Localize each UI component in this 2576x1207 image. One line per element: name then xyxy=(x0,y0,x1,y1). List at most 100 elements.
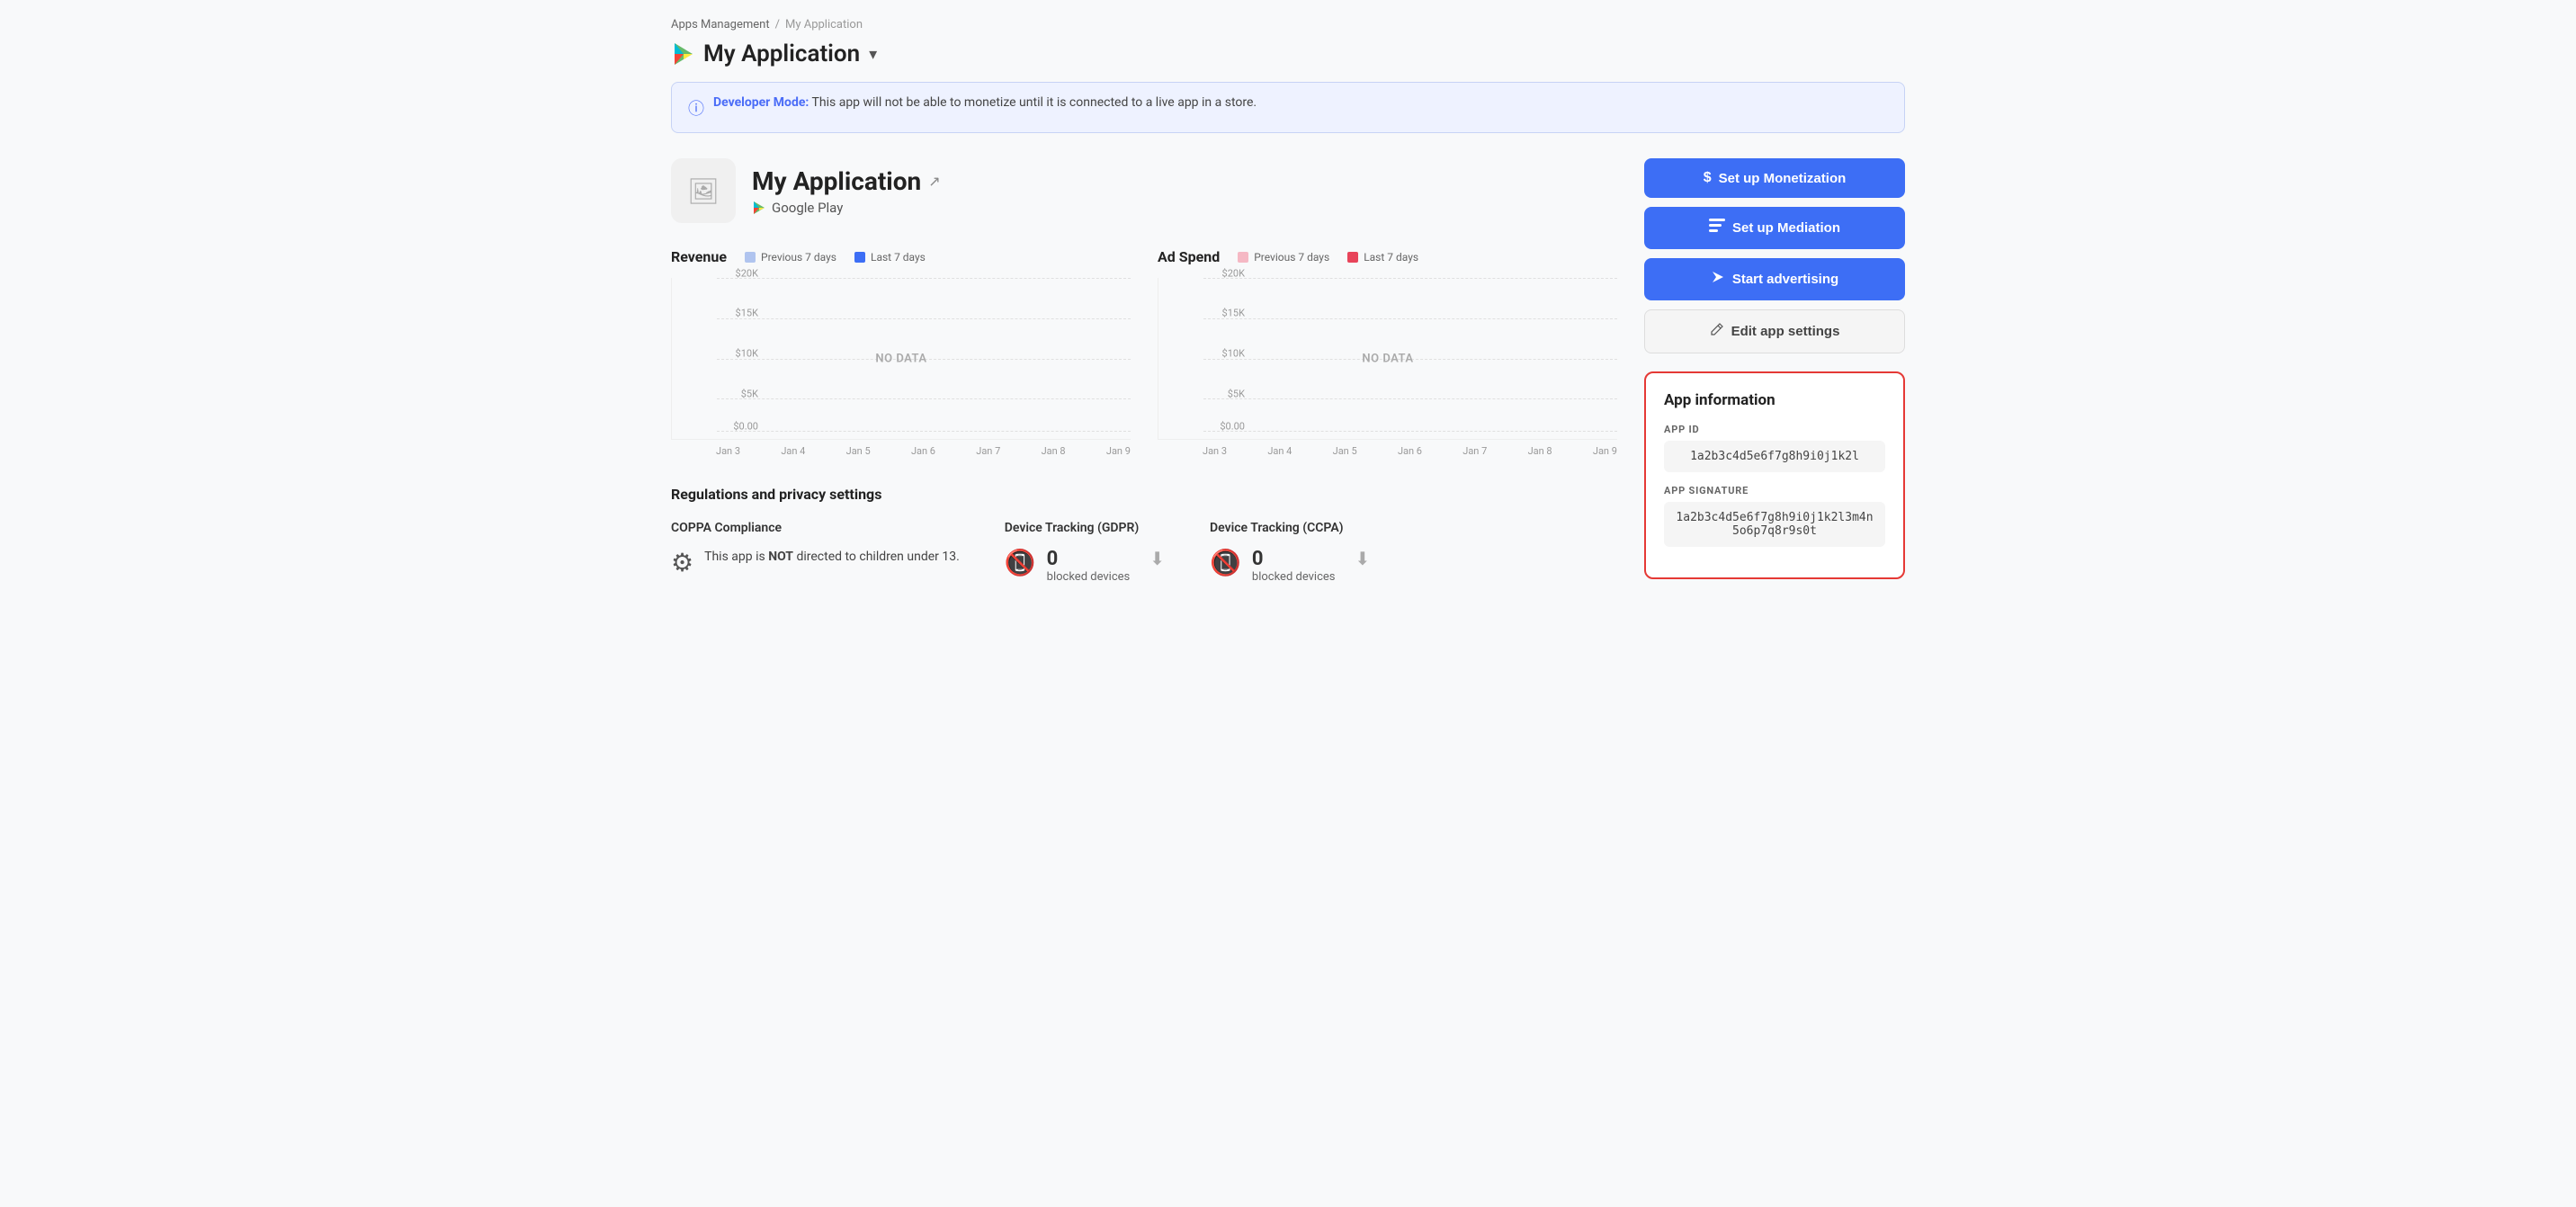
ad-spend-x-jan8: Jan 8 xyxy=(1528,445,1552,457)
revenue-prev-label: Previous 7 days xyxy=(761,251,836,264)
gdpr-label: Device Tracking (GDPR) xyxy=(1005,521,1165,535)
action-buttons: $ Set up Monetization Set up Mediation xyxy=(1644,158,1905,353)
google-play-small-icon xyxy=(752,201,766,215)
ad-spend-y-label-3: $10K xyxy=(1203,348,1245,360)
compliance-row: COPPA Compliance ⚙ This app is NOT direc… xyxy=(671,521,1617,584)
app-title-row: My Application ▾ xyxy=(671,40,1905,67)
gdpr-phone-icon: 📵 xyxy=(1005,548,1036,577)
gdpr-stats: 0 blocked devices xyxy=(1047,548,1131,584)
ad-spend-prev-dot xyxy=(1238,252,1248,263)
gdpr-content: 📵 0 blocked devices ⬇ xyxy=(1005,548,1165,584)
info-icon: ⓘ xyxy=(688,96,704,120)
ad-spend-x-jan3: Jan 3 xyxy=(1203,445,1227,457)
app-name: My Application xyxy=(752,166,921,196)
ad-spend-prev-label: Previous 7 days xyxy=(1254,251,1329,264)
breadcrumb-parent[interactable]: Apps Management xyxy=(671,18,770,31)
gdpr-desc: blocked devices xyxy=(1047,570,1131,584)
ad-spend-grid-line-2: $15K xyxy=(1203,318,1617,319)
revenue-chart-header: Revenue Previous 7 days Last 7 days xyxy=(671,248,1131,265)
revenue-x-axis: Jan 3 Jan 4 Jan 5 Jan 6 Jan 7 Jan 8 Jan … xyxy=(671,445,1131,457)
revenue-last-label: Last 7 days xyxy=(871,251,926,264)
platform-label: Google Play xyxy=(772,200,843,216)
app-platform: Google Play xyxy=(752,200,941,216)
regulations-title: Regulations and privacy settings xyxy=(671,486,1617,503)
coppa-item: COPPA Compliance ⚙ This app is NOT direc… xyxy=(671,521,960,584)
revenue-legend-prev: Previous 7 days xyxy=(745,251,836,264)
app-info-card-title: App information xyxy=(1664,391,1885,409)
ad-spend-x-jan9: Jan 9 xyxy=(1593,445,1617,457)
revenue-y-label-2: $15K xyxy=(717,308,758,319)
ad-spend-x-jan6: Jan 6 xyxy=(1398,445,1422,457)
revenue-x-jan7: Jan 7 xyxy=(976,445,1000,457)
ad-spend-x-jan4: Jan 4 xyxy=(1267,445,1292,457)
ad-spend-y-label-2: $15K xyxy=(1203,308,1245,319)
breadcrumb: Apps Management / My Application xyxy=(671,18,1905,31)
revenue-x-jan5: Jan 5 xyxy=(846,445,871,457)
coppa-text: This app is NOT directed to children und… xyxy=(704,548,960,567)
ad-spend-last-label: Last 7 days xyxy=(1364,251,1418,264)
mediation-icon xyxy=(1709,219,1725,237)
breadcrumb-separator: / xyxy=(775,18,780,31)
ad-spend-x-axis: Jan 3 Jan 4 Jan 5 Jan 6 Jan 7 Jan 8 Jan … xyxy=(1158,445,1617,457)
dev-mode-message: Developer Mode: This app will not be abl… xyxy=(713,95,1257,110)
revenue-x-jan3: Jan 3 xyxy=(716,445,740,457)
edit-settings-label: Edit app settings xyxy=(1731,324,1840,339)
revenue-y-label-5: $0.00 xyxy=(717,420,758,432)
coppa-content: ⚙ This app is NOT directed to children u… xyxy=(671,548,960,577)
edit-app-settings-button[interactable]: Edit app settings xyxy=(1644,309,1905,353)
revenue-no-data-label: NO DATA xyxy=(875,352,926,365)
coppa-label: COPPA Compliance xyxy=(671,521,960,535)
ad-spend-legend-last: Last 7 days xyxy=(1347,251,1418,264)
set-up-monetization-button[interactable]: $ Set up Monetization xyxy=(1644,158,1905,198)
app-id-field: APP ID 1a2b3c4d5e6f7g8h9i0j1k2l xyxy=(1664,424,1885,472)
monetization-label: Set up Monetization xyxy=(1719,171,1847,186)
revenue-y-label-4: $5K xyxy=(717,388,758,399)
app-information-card: App information APP ID 1a2b3c4d5e6f7g8h9… xyxy=(1644,371,1905,579)
revenue-last-dot xyxy=(854,252,865,263)
ad-spend-chart-title: Ad Spend xyxy=(1158,248,1220,265)
app-dropdown-arrow[interactable]: ▾ xyxy=(869,45,877,64)
app-id-value: 1a2b3c4d5e6f7g8h9i0j1k2l xyxy=(1664,441,1885,472)
gdpr-download-icon[interactable]: ⬇ xyxy=(1149,548,1165,569)
ccpa-content: 📵 0 blocked devices ⬇ xyxy=(1210,548,1370,584)
set-up-mediation-button[interactable]: Set up Mediation xyxy=(1644,207,1905,249)
external-link-icon[interactable]: ↗ xyxy=(928,173,940,190)
ccpa-item: Device Tracking (CCPA) 📵 0 blocked devic… xyxy=(1210,521,1370,584)
app-signature-value: 1a2b3c4d5e6f7g8h9i0j1k2l3m4n5o6p7q8r9s0t xyxy=(1664,502,1885,547)
revenue-legend-last: Last 7 days xyxy=(854,251,926,264)
revenue-x-jan6: Jan 6 xyxy=(911,445,935,457)
gdpr-item: Device Tracking (GDPR) 📵 0 blocked devic… xyxy=(1005,521,1165,584)
ccpa-download-icon[interactable]: ⬇ xyxy=(1355,548,1371,569)
edit-icon xyxy=(1710,322,1724,341)
ccpa-label: Device Tracking (CCPA) xyxy=(1210,521,1370,535)
ad-spend-chart-header: Ad Spend Previous 7 days Last 7 days xyxy=(1158,248,1617,265)
dev-mode-label: Developer Mode: xyxy=(713,95,809,110)
ad-spend-grid-line-5: $0.00 xyxy=(1203,431,1617,432)
revenue-x-jan9: Jan 9 xyxy=(1106,445,1131,457)
ccpa-count: 0 xyxy=(1252,548,1336,570)
revenue-grid-line-4: $5K xyxy=(717,398,1131,399)
revenue-chart: Revenue Previous 7 days Last 7 days $20K xyxy=(671,248,1131,457)
ad-spend-last-dot xyxy=(1347,252,1358,263)
advertising-icon xyxy=(1711,270,1725,289)
ad-spend-y-label-1: $20K xyxy=(1203,267,1245,279)
right-panel: $ Set up Monetization Set up Mediation xyxy=(1644,158,1905,584)
google-play-icon xyxy=(671,41,696,67)
ad-spend-x-jan7: Jan 7 xyxy=(1462,445,1487,457)
revenue-grid-line-5: $0.00 xyxy=(717,431,1131,432)
advertising-label: Start advertising xyxy=(1732,272,1838,287)
ad-spend-grid-line-4: $5K xyxy=(1203,398,1617,399)
coppa-icon: ⚙ xyxy=(671,548,693,577)
start-advertising-button[interactable]: Start advertising xyxy=(1644,258,1905,300)
ad-spend-y-label-5: $0.00 xyxy=(1203,420,1245,432)
app-name-section: My Application ↗ Google Play xyxy=(752,166,941,216)
app-id-label: APP ID xyxy=(1664,424,1885,435)
ad-spend-x-jan5: Jan 5 xyxy=(1333,445,1357,457)
ccpa-stats: 0 blocked devices xyxy=(1252,548,1336,584)
regulations-section: Regulations and privacy settings COPPA C… xyxy=(671,486,1617,584)
revenue-y-label-1: $20K xyxy=(717,267,758,279)
ad-spend-grid-line-1: $20K xyxy=(1203,278,1617,279)
app-signature-field: APP SIGNATURE 1a2b3c4d5e6f7g8h9i0j1k2l3m… xyxy=(1664,485,1885,547)
revenue-grid-line-2: $15K xyxy=(717,318,1131,319)
breadcrumb-current: My Application xyxy=(785,18,863,31)
